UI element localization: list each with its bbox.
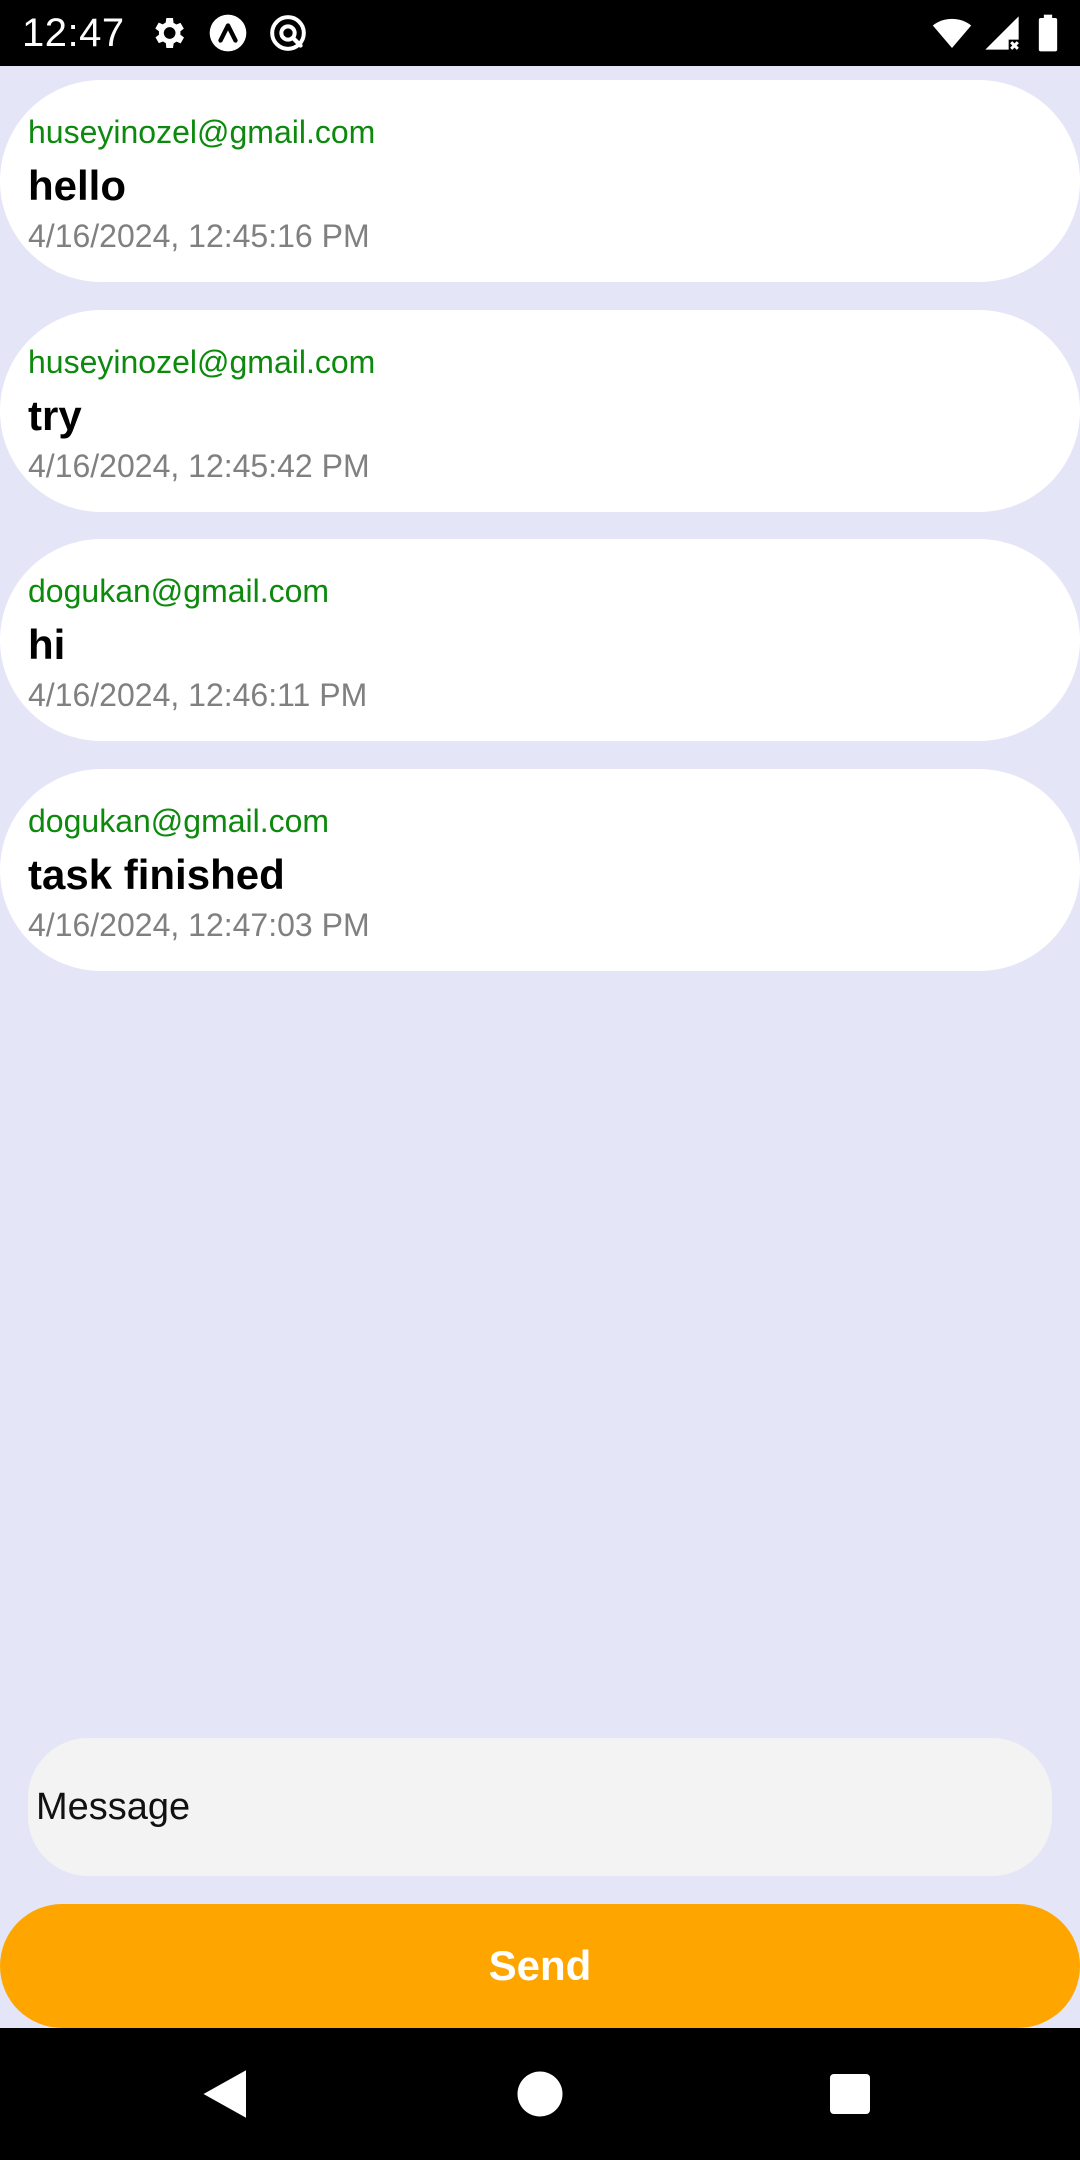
message-timestamp: 4/16/2024, 12:45:16 PM (28, 218, 370, 254)
message-input[interactable] (28, 1738, 1052, 1876)
gear-icon (148, 13, 188, 53)
message-card: huseyinozel@gmail.com hello 4/16/2024, 1… (0, 80, 1080, 282)
recents-icon[interactable] (820, 2064, 880, 2124)
message-text: try (28, 392, 82, 439)
message-text: hi (28, 621, 66, 668)
message-sender: dogukan@gmail.com (28, 573, 330, 609)
message-text: task finished (28, 851, 285, 898)
message-text: hello (28, 162, 127, 209)
app-a-icon (208, 13, 248, 53)
navigation-bar (0, 2028, 1080, 2160)
back-icon[interactable] (196, 2064, 256, 2124)
signal-icon (982, 13, 1022, 53)
message-card: dogukan@gmail.com task finished 4/16/202… (0, 769, 1080, 971)
status-bar: 12:47 (0, 0, 1080, 66)
status-time: 12:47 (22, 11, 125, 55)
wifi-icon (932, 13, 972, 53)
message-card: huseyinozel@gmail.com try 4/16/2024, 12:… (0, 310, 1080, 512)
at-sign-icon (268, 13, 308, 53)
home-icon[interactable] (510, 2064, 570, 2124)
message-timestamp: 4/16/2024, 12:45:42 PM (28, 448, 370, 484)
message-sender: dogukan@gmail.com (28, 803, 330, 839)
message-timestamp: 4/16/2024, 12:47:03 PM (28, 907, 370, 943)
message-sender: huseyinozel@gmail.com (28, 114, 376, 150)
battery-icon (1030, 13, 1066, 53)
message-timestamp: 4/16/2024, 12:46:11 PM (28, 677, 368, 713)
message-sender: huseyinozel@gmail.com (28, 344, 376, 380)
message-card: dogukan@gmail.com hi 4/16/2024, 12:46:11… (0, 539, 1080, 741)
send-button[interactable]: Send (0, 1904, 1080, 2028)
